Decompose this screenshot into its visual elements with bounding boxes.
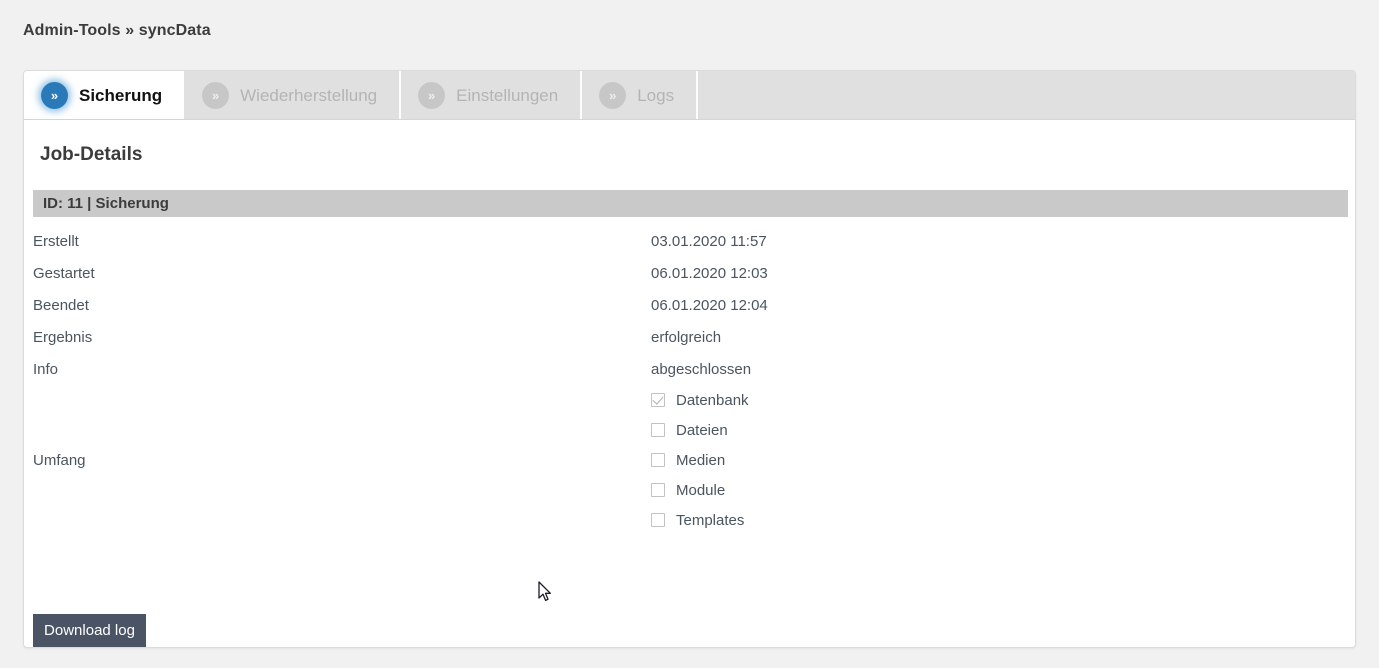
detail-label: Ergebnis (33, 328, 93, 346)
scope-item: Templates (651, 505, 1355, 535)
detail-label: Erstellt (33, 232, 79, 250)
scope-item-label: Module (676, 481, 726, 499)
scope-row: Umfang Datenbank Dateien Medien Module Templa… (24, 385, 1355, 535)
detail-value: erfolgreich (651, 328, 722, 346)
chevron-double-right-icon: » (41, 81, 68, 109)
detail-value: abgeschlossen (651, 360, 752, 378)
checkbox-templates (651, 513, 665, 527)
scope-item: Module (651, 475, 1355, 505)
scope-list: Datenbank Dateien Medien Module Templates (651, 385, 1355, 535)
detail-label: Beendet (33, 296, 89, 314)
section-title: Job-Details (40, 144, 143, 165)
job-id-bar: ID: 11 | Sicherung (33, 190, 1348, 217)
chevron-double-right-icon: » (599, 81, 627, 109)
chevron-double-right-icon: » (202, 81, 230, 109)
detail-value: 06.01.2020 12:03 (651, 264, 768, 282)
job-details-table: Erstellt 03.01.2020 11:57 Gestartet 06.01.2… (24, 225, 1355, 535)
detail-row: Gestartet 06.01.2020 12:03 (24, 257, 1355, 289)
detail-label: Info (33, 360, 59, 378)
tab-sicherung[interactable]: » Sicherung (24, 71, 186, 119)
detail-value: 03.01.2020 11:57 (651, 232, 767, 250)
scope-item-label: Dateien (676, 421, 728, 439)
panel-body: Job-Details ID: 11 | Sicherung Erstellt 0… (24, 120, 1355, 647)
scope-item-label: Datenbank (676, 391, 749, 409)
detail-row: Ergebnis erfolgreich (24, 321, 1355, 353)
scope-item: Datenbank (651, 385, 1355, 415)
checkbox-module (651, 483, 665, 497)
detail-value: 06.01.2020 12:04 (651, 296, 768, 314)
page-title: Admin-Tools » syncData (23, 22, 211, 39)
tab-bar: » Sicherung » Wiederherstellung » Einstellung… (24, 71, 1355, 120)
tab-label: Einstellungen (456, 85, 559, 105)
content-panel: » Sicherung » Wiederherstellung » Einstellung… (23, 70, 1356, 648)
scope-item: Dateien (651, 415, 1355, 445)
job-details-body: Erstellt 03.01.2020 11:57 Gestartet 06.01.2… (24, 225, 1355, 535)
detail-row: Beendet 06.01.2020 12:04 (24, 289, 1355, 321)
download-log-button[interactable]: Download log (33, 614, 146, 647)
checkbox-dateien (651, 423, 665, 437)
tab-einstellungen[interactable]: » Einstellungen (401, 71, 583, 119)
scope-item-label: Medien (676, 451, 726, 469)
detail-row: Erstellt 03.01.2020 11:57 (24, 225, 1355, 257)
tab-logs[interactable]: » Logs (582, 71, 699, 119)
checkbox-datenbank (651, 393, 665, 407)
chevron-double-right-icon: » (418, 81, 446, 109)
checkbox-medien (651, 453, 665, 467)
tab-label: Sicherung (79, 85, 163, 105)
detail-label: Gestartet (33, 264, 95, 282)
tab-label: Logs (637, 85, 675, 105)
scope-options: Datenbank Dateien Medien Module Templates (651, 385, 1355, 535)
tab-wiederherstellung[interactable]: » Wiederherstellung (185, 71, 402, 119)
scope-label: Umfang (33, 451, 86, 469)
scope-item: Medien (651, 445, 1355, 475)
detail-row: Info abgeschlossen (24, 353, 1355, 385)
scope-item-label: Templates (676, 511, 745, 529)
tab-label: Wiederherstellung (240, 85, 378, 105)
